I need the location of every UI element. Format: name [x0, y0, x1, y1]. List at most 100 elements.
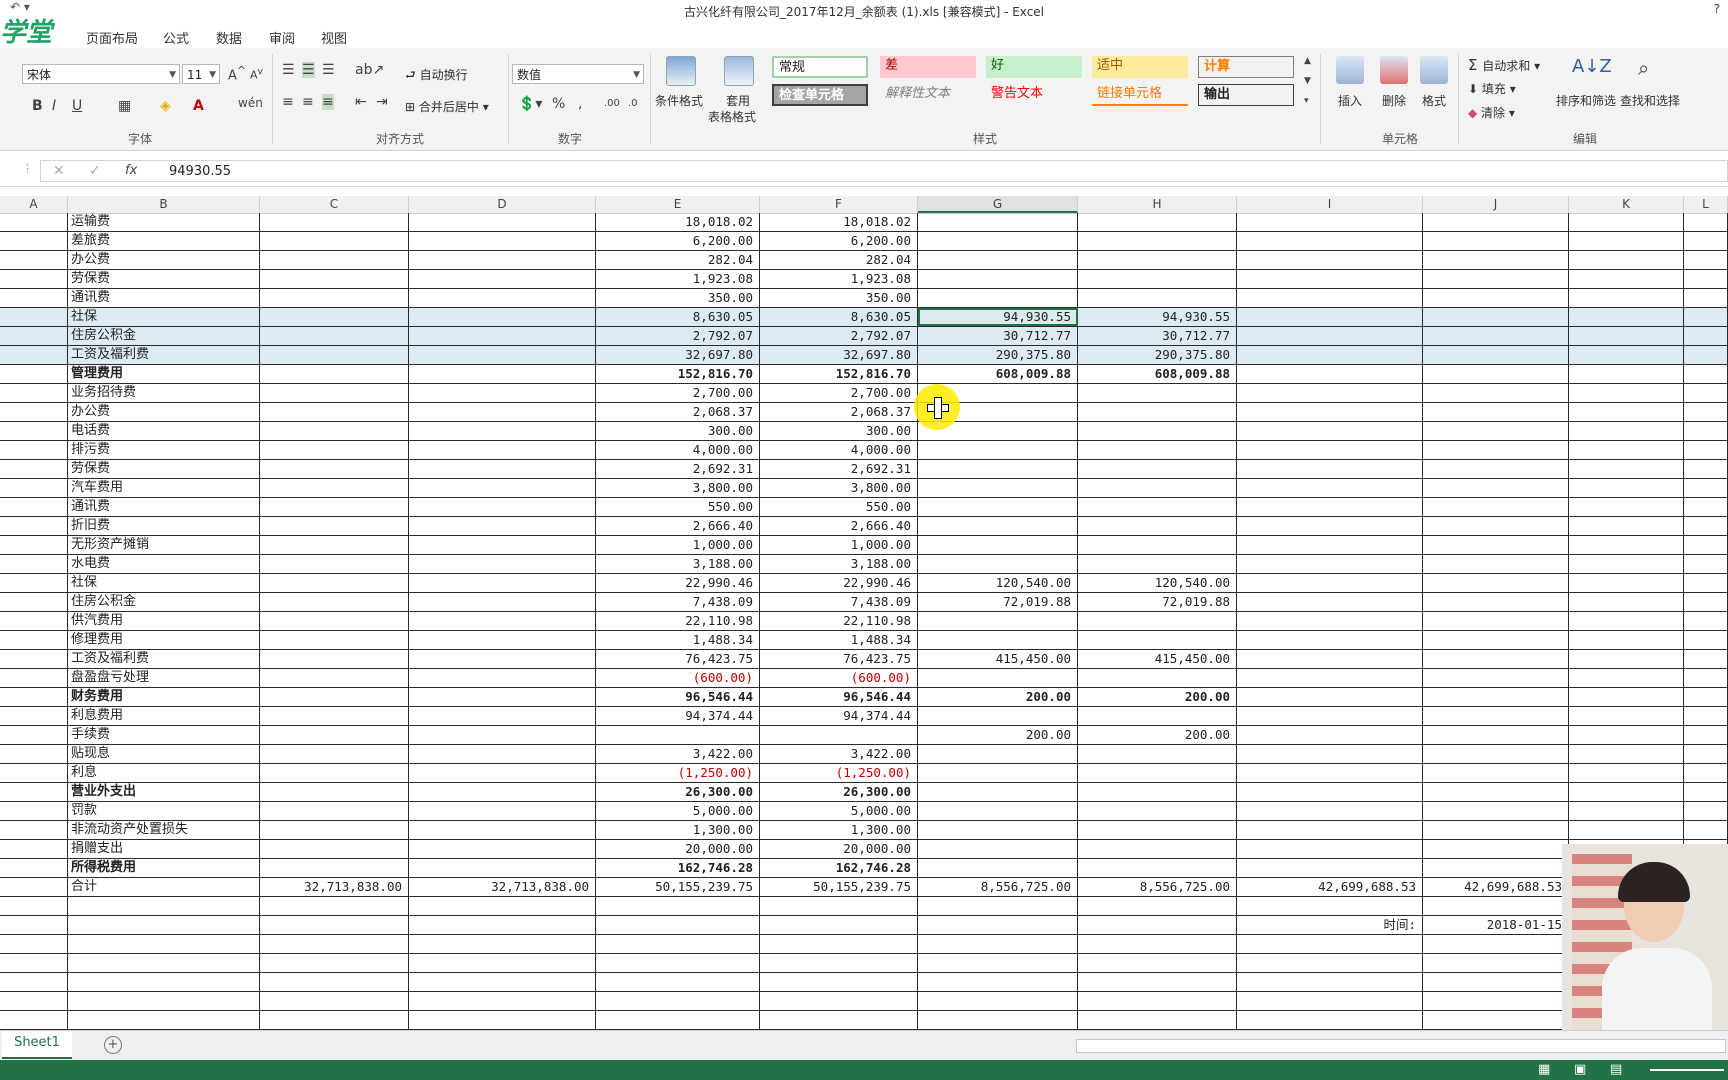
cell-f[interactable]: 1,300.00 — [760, 821, 918, 839]
cell-i[interactable] — [1237, 802, 1423, 820]
cell-c[interactable] — [260, 460, 409, 478]
cell-b[interactable] — [68, 935, 260, 953]
cell-k[interactable] — [1569, 441, 1684, 459]
cell-c[interactable] — [260, 308, 409, 326]
cell-d[interactable] — [409, 403, 596, 421]
cell-k[interactable] — [1569, 555, 1684, 573]
percent-icon[interactable]: % — [552, 96, 565, 112]
cell-j[interactable] — [1423, 327, 1569, 345]
cell-l[interactable] — [1684, 802, 1728, 820]
cell-g[interactable] — [918, 631, 1078, 649]
cell-f[interactable]: 1,923.08 — [760, 270, 918, 288]
cell-i[interactable] — [1237, 460, 1423, 478]
cell-e[interactable]: 282.04 — [596, 251, 760, 269]
normal-view-icon[interactable]: ▦ — [1538, 1062, 1550, 1077]
cell-f[interactable] — [760, 954, 918, 972]
cell-c[interactable] — [260, 403, 409, 421]
cell-l[interactable] — [1684, 726, 1728, 744]
cell-i[interactable] — [1237, 498, 1423, 516]
cell-a[interactable] — [0, 745, 68, 763]
cell-b[interactable]: 所得税费用 — [68, 859, 260, 877]
cell-d[interactable] — [409, 859, 596, 877]
cell-c[interactable]: 32,713,838.00 — [260, 878, 409, 896]
cell-d[interactable] — [409, 536, 596, 554]
cell-i[interactable] — [1237, 213, 1423, 231]
cell-f[interactable] — [760, 897, 918, 915]
cell-d[interactable] — [409, 498, 596, 516]
table-format-button-line1[interactable]: 套用 — [726, 92, 750, 109]
cell-l[interactable] — [1684, 669, 1728, 687]
delete-cells-icon[interactable] — [1380, 56, 1408, 84]
cell-l[interactable] — [1684, 821, 1728, 839]
cell-c[interactable] — [260, 859, 409, 877]
cell-i[interactable] — [1237, 707, 1423, 725]
cell-e[interactable]: 1,300.00 — [596, 821, 760, 839]
cell-h[interactable]: 415,450.00 — [1078, 650, 1237, 668]
cell-g[interactable] — [918, 270, 1078, 288]
cell-d[interactable] — [409, 308, 596, 326]
cell-i[interactable] — [1237, 232, 1423, 250]
add-sheet-icon[interactable]: + — [104, 1036, 122, 1054]
cell-c[interactable] — [260, 517, 409, 535]
cell-a[interactable] — [0, 460, 68, 478]
cell-k[interactable] — [1569, 536, 1684, 554]
cell-c[interactable] — [260, 612, 409, 630]
cell-j[interactable] — [1423, 441, 1569, 459]
cell-d[interactable] — [409, 327, 596, 345]
cell-f[interactable]: 94,374.44 — [760, 707, 918, 725]
cell-k[interactable] — [1569, 650, 1684, 668]
cell-f[interactable]: 6,200.00 — [760, 232, 918, 250]
cell-j[interactable]: 2018-01-15 — [1423, 916, 1569, 934]
cell-d[interactable] — [409, 688, 596, 706]
align-middle-icon[interactable]: ☰ — [302, 62, 315, 78]
cell-a[interactable] — [0, 650, 68, 668]
cell-a[interactable] — [0, 612, 68, 630]
cell-h[interactable]: 8,556,725.00 — [1078, 878, 1237, 896]
col-header-i[interactable]: I — [1237, 196, 1423, 213]
cell-g[interactable] — [918, 498, 1078, 516]
cell-f[interactable]: 18,018.02 — [760, 213, 918, 231]
cell-j[interactable] — [1423, 232, 1569, 250]
cell-d[interactable] — [409, 517, 596, 535]
cell-c[interactable] — [260, 536, 409, 554]
cell-g[interactable] — [918, 916, 1078, 934]
cell-c[interactable] — [260, 707, 409, 725]
cell-l[interactable] — [1684, 688, 1728, 706]
cell-b[interactable]: 汽车费用 — [68, 479, 260, 497]
cell-g[interactable]: 30,712.77 — [918, 327, 1078, 345]
cell-g[interactable] — [918, 821, 1078, 839]
cell-a[interactable] — [0, 878, 68, 896]
cell-f[interactable]: 550.00 — [760, 498, 918, 516]
cell-h[interactable] — [1078, 555, 1237, 573]
font-name-combo[interactable]: 宋体 ▼ — [22, 64, 180, 84]
cell-l[interactable] — [1684, 365, 1728, 383]
cell-c[interactable] — [260, 783, 409, 801]
cell-k[interactable] — [1569, 460, 1684, 478]
cell-h[interactable] — [1078, 783, 1237, 801]
cell-l[interactable] — [1684, 422, 1728, 440]
cell-d[interactable] — [409, 574, 596, 592]
cell-a[interactable] — [0, 688, 68, 706]
cell-j[interactable] — [1423, 954, 1569, 972]
cell-j[interactable] — [1423, 973, 1569, 991]
insert-function-icon[interactable]: fx — [125, 163, 137, 178]
cell-j[interactable] — [1423, 251, 1569, 269]
cell-f[interactable]: 282.04 — [760, 251, 918, 269]
col-header-l[interactable]: L — [1684, 196, 1728, 213]
cell-c[interactable] — [260, 916, 409, 934]
cell-f[interactable] — [760, 1011, 918, 1029]
cell-a[interactable] — [0, 669, 68, 687]
cell-f[interactable]: 5,000.00 — [760, 802, 918, 820]
cell-j[interactable] — [1423, 764, 1569, 782]
cell-j[interactable] — [1423, 992, 1569, 1010]
increase-decimal-icon[interactable]: .00 — [604, 98, 620, 109]
cell-d[interactable] — [409, 422, 596, 440]
cell-a[interactable] — [0, 346, 68, 364]
cell-e[interactable]: 1,000.00 — [596, 536, 760, 554]
cell-e[interactable]: 96,546.44 — [596, 688, 760, 706]
table-format-icon[interactable] — [724, 56, 754, 86]
cell-b[interactable]: 手续费 — [68, 726, 260, 744]
cell-d[interactable] — [409, 916, 596, 934]
cell-f[interactable] — [760, 916, 918, 934]
cell-j[interactable] — [1423, 688, 1569, 706]
